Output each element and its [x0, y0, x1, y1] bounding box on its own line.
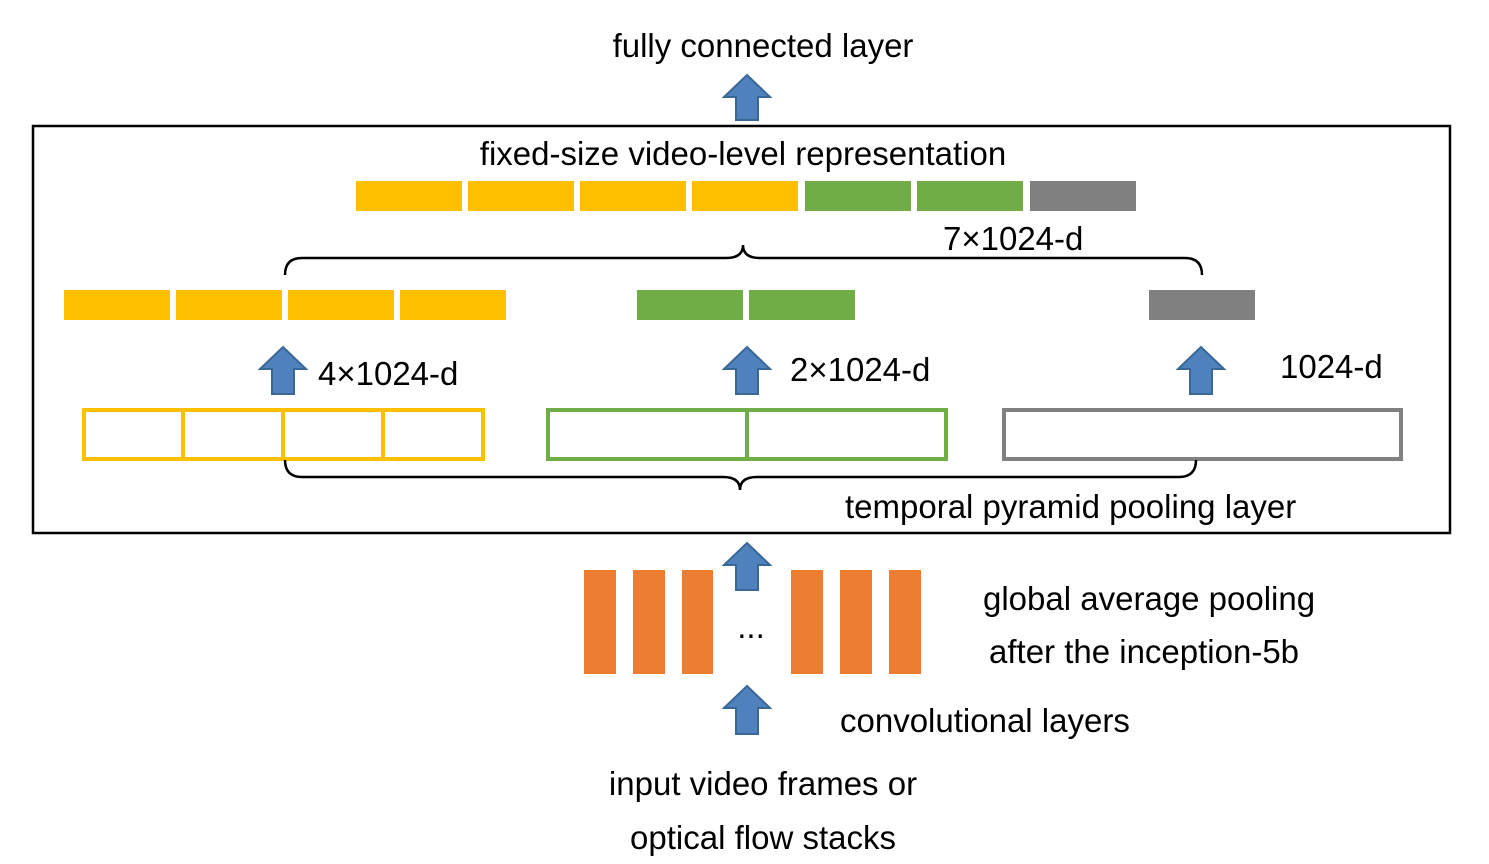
vector-segment — [917, 181, 1023, 211]
seven-dim-label: 7×1024-d — [943, 220, 1083, 257]
input-label-line2: optical flow stacks — [630, 819, 896, 856]
vector-segment — [400, 290, 506, 320]
feature-map — [584, 570, 616, 674]
tpp-label: temporal pyramid pooling layer — [845, 488, 1296, 525]
arrow-up-icon — [1175, 345, 1227, 395]
arrow-up-icon — [721, 541, 773, 591]
two-dim-label: 2×1024-d — [790, 351, 930, 388]
vector-segment — [1149, 290, 1255, 320]
curly-brace-icon — [283, 459, 1198, 491]
ellipsis: ... — [737, 608, 765, 645]
temporal-pyramid-pooling-diagram: fully connected layer fixed-size video-l… — [31, 27, 1452, 856]
feature-map — [791, 570, 823, 674]
input-label-line1: input video frames or — [609, 765, 917, 802]
vector-segment — [288, 290, 394, 320]
one-dim-label: 1024-d — [1280, 348, 1383, 385]
one-bin-level — [1002, 408, 1403, 461]
feature-map — [840, 570, 872, 674]
vector-segment — [580, 181, 686, 211]
feature-map — [682, 570, 713, 674]
arrow-up-icon — [721, 73, 773, 121]
two-bin-level — [546, 408, 948, 461]
video-level-vector — [356, 181, 1136, 211]
vector-segment — [1030, 181, 1136, 211]
four-dim-label: 4×1024-d — [318, 355, 458, 392]
arrow-up-icon — [721, 684, 773, 735]
vector-segment — [468, 181, 574, 211]
fully-connected-label: fully connected layer — [613, 27, 914, 64]
vector-segment — [692, 181, 798, 211]
gap-label-line2: after the inception-5b — [989, 633, 1299, 670]
four-bin-level — [82, 408, 485, 461]
feature-map — [889, 570, 921, 674]
level-vectors — [64, 290, 1255, 320]
vector-segment — [805, 181, 911, 211]
gap-label-line1: global average pooling — [983, 580, 1315, 617]
vector-segment — [176, 290, 282, 320]
vector-segment — [749, 290, 855, 320]
feature-map — [633, 570, 665, 674]
conv-label: convolutional layers — [840, 702, 1130, 739]
pyramid-bins — [82, 408, 1403, 461]
vector-segment — [637, 290, 743, 320]
arrow-up-icon — [257, 345, 309, 395]
fixed-size-representation-label: fixed-size video-level representation — [480, 135, 1006, 172]
vector-segment — [356, 181, 462, 211]
vector-segment — [64, 290, 170, 320]
arrow-up-icon — [721, 345, 773, 395]
